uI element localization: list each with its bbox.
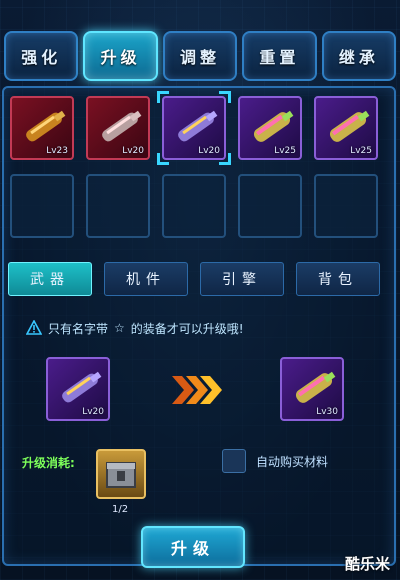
notice-text-before: 只有名字带 — [48, 321, 109, 336]
slot-level: Lv20 — [198, 146, 220, 156]
equipment-slot-4[interactable]: Lv25 — [238, 96, 302, 160]
slot-level: Lv25 — [274, 146, 296, 156]
slot-level: Lv20 — [122, 146, 144, 156]
weapon-icon — [62, 371, 102, 403]
tab-enhance[interactable]: 强化 — [4, 31, 79, 81]
equipment-slot-1[interactable]: Lv23 — [10, 96, 74, 160]
chevron-right-icon — [172, 376, 222, 404]
material-count: 1/2 — [112, 504, 129, 515]
empty-slot[interactable] — [86, 174, 150, 238]
top-tab-bar: 强化 升级 调整 重置 继承 — [4, 31, 397, 81]
upgrade-button[interactable]: 升级 — [141, 526, 245, 568]
equipment-slot-2[interactable]: Lv20 — [86, 96, 150, 160]
empty-slot[interactable] — [314, 174, 378, 238]
tab-upgrade[interactable]: 升级 — [83, 31, 158, 81]
equipment-slot-5[interactable]: Lv25 — [314, 96, 378, 160]
weapon-icon — [102, 110, 142, 142]
selection-corner — [219, 153, 231, 165]
tab-inherit[interactable]: 继承 — [321, 31, 397, 81]
notice-text-after: 的装备才可以升级哦! — [130, 321, 244, 336]
tab-engine[interactable]: 引擎 — [200, 262, 284, 296]
selection-corner — [157, 153, 169, 165]
material-slot[interactable] — [96, 449, 146, 499]
auto-buy-label: 自动购买材料 — [256, 455, 329, 469]
selection-corner — [219, 91, 231, 103]
tab-weapon[interactable]: 武器 — [8, 262, 92, 296]
slot-level: Lv23 — [46, 146, 68, 156]
empty-slot[interactable] — [238, 174, 302, 238]
crate-icon — [106, 462, 136, 488]
target-equipment[interactable]: Lv30 — [280, 357, 344, 421]
selection-corner — [157, 91, 169, 103]
auto-buy-checkbox[interactable] — [222, 449, 246, 473]
weapon-icon — [26, 110, 66, 142]
equipment-slot-3[interactable]: Lv20 — [162, 96, 226, 160]
source-level: Lv20 — [82, 407, 104, 417]
slot-level: Lv25 — [350, 146, 372, 156]
warning-icon — [26, 320, 42, 335]
weapon-icon — [253, 110, 294, 142]
empty-slot[interactable] — [10, 174, 74, 238]
target-level: Lv30 — [316, 407, 338, 417]
star-icon: ☆ — [114, 321, 125, 335]
cost-label: 升级消耗: — [22, 456, 75, 470]
tab-parts[interactable]: 机件 — [104, 262, 188, 296]
source-equipment[interactable]: Lv20 — [46, 357, 110, 421]
tab-reset[interactable]: 重置 — [242, 31, 317, 81]
upgrade-notice: 只有名字带 ☆ 的装备才可以升级哦! — [26, 318, 386, 338]
tab-adjust[interactable]: 调整 — [162, 31, 238, 81]
watermark-logo: 酷乐米 — [344, 555, 390, 573]
tab-bag[interactable]: 背包 — [296, 262, 380, 296]
empty-slot[interactable] — [162, 174, 226, 238]
weapon-icon — [295, 371, 336, 403]
weapon-icon — [329, 110, 370, 142]
weapon-icon — [178, 110, 218, 142]
